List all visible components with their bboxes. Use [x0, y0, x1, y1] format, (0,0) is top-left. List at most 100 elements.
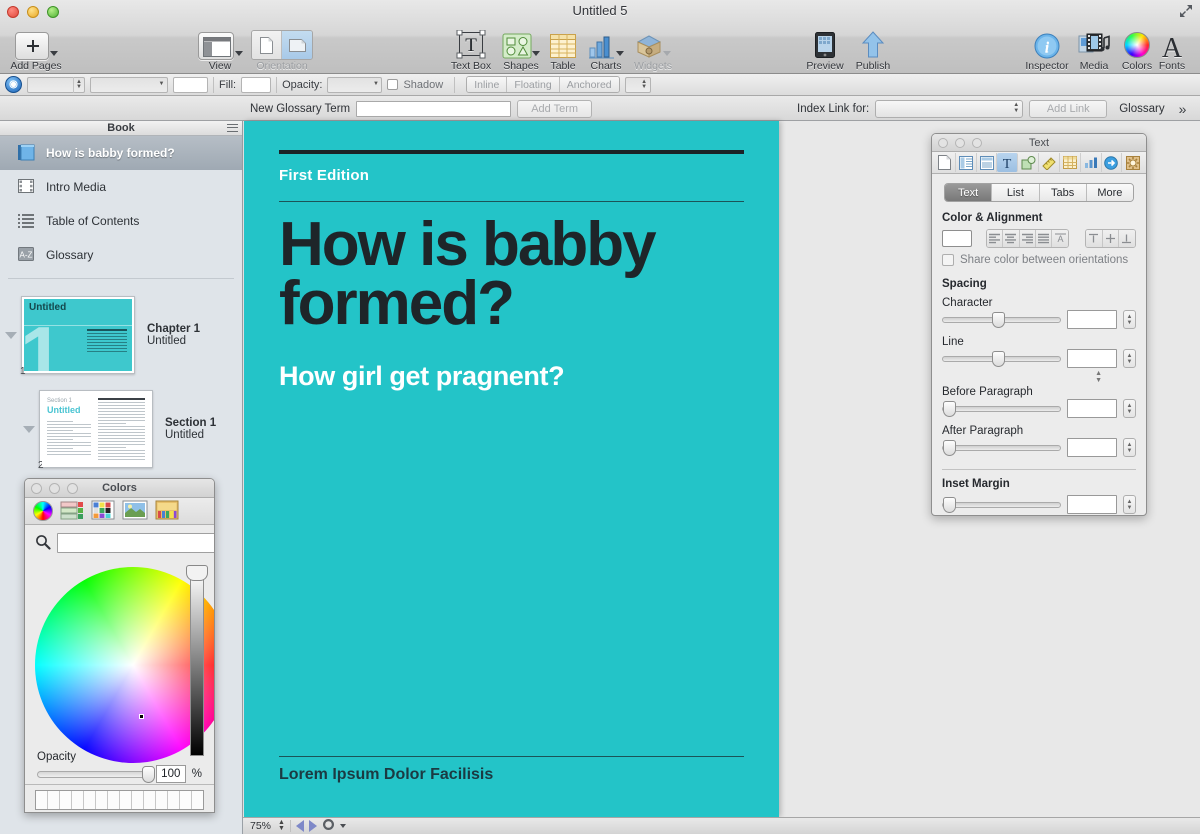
color-wheel-area[interactable] [25, 561, 214, 757]
zoom-button[interactable] [972, 138, 982, 148]
next-page-button[interactable] [309, 820, 317, 832]
sidebar-item-table-of-contents[interactable]: Table of Contents [0, 204, 242, 238]
minimize-button[interactable] [49, 483, 60, 494]
swatch[interactable] [96, 791, 108, 809]
font-style-popup[interactable]: ▼ [90, 77, 168, 93]
line-spacing-mode-stepper[interactable]: ▲▼ [932, 370, 1146, 384]
swatch[interactable] [36, 791, 48, 809]
disclosure-triangle-icon[interactable] [23, 426, 35, 433]
before-paragraph-field[interactable] [1067, 399, 1117, 418]
zoom-stepper[interactable]: ▲▼ [278, 820, 285, 832]
color-search-input[interactable] [57, 533, 215, 553]
share-color-checkbox[interactable] [942, 254, 954, 266]
before-paragraph-slider[interactable] [942, 406, 1061, 412]
shadow-checkbox[interactable] [387, 79, 398, 90]
line-spacing-slider[interactable] [942, 356, 1061, 362]
sidebar-options-icon[interactable] [227, 123, 238, 133]
new-glossary-term-input[interactable] [356, 101, 511, 117]
slider-handle[interactable] [992, 312, 1005, 328]
before-paragraph-stepper[interactable]: ▲▼ [1123, 399, 1136, 418]
character-spacing-field[interactable] [1067, 310, 1117, 329]
swatch[interactable] [156, 791, 168, 809]
page-subtitle-text[interactable]: How girl get pragnent? [279, 361, 749, 392]
placement-segmented-control[interactable]: Inline Floating Anchored [466, 76, 619, 93]
swatch[interactable] [120, 791, 132, 809]
chevron-down-icon[interactable] [340, 824, 346, 828]
add-term-button[interactable]: Add Term [517, 100, 592, 118]
colors-panel[interactable]: Colors [24, 478, 215, 813]
swatch[interactable] [180, 791, 192, 809]
swatch[interactable] [84, 791, 96, 809]
opacity-popup[interactable]: ▼ [327, 77, 382, 93]
zoom-button[interactable] [67, 483, 78, 494]
line-spacing-field[interactable] [1067, 349, 1117, 368]
inspector-tab-bar[interactable]: Text List Tabs More [944, 183, 1134, 202]
add-link-button[interactable]: Add Link [1029, 100, 1107, 118]
chevron-down-icon[interactable] [663, 51, 671, 56]
font-size-field[interactable]: ▲▼ [27, 77, 85, 93]
inset-margin-slider[interactable] [942, 502, 1061, 508]
placement-anchored[interactable]: Anchored [560, 77, 619, 92]
close-button[interactable] [31, 483, 42, 494]
color-palettes-icon[interactable] [91, 500, 115, 523]
swatch[interactable] [48, 791, 60, 809]
toolbar-add-pages[interactable]: Add Pages [5, 22, 67, 72]
sidebar-page-section-1[interactable]: 2 Section 1 Untitled [0, 383, 242, 475]
disclosure-triangle-icon[interactable] [5, 332, 17, 339]
after-paragraph-slider[interactable] [942, 445, 1061, 451]
portrait-icon[interactable] [252, 31, 282, 59]
after-paragraph-stepper[interactable]: ▲▼ [1123, 438, 1136, 457]
book-page[interactable]: First Edition How is babby formed? How g… [244, 121, 779, 817]
horizontal-align-group[interactable]: A [986, 229, 1069, 248]
table-inspector-icon[interactable] [1060, 153, 1081, 172]
page-footer-text[interactable]: Lorem Ipsum Dolor Facilisis [279, 766, 493, 784]
toolbar-fonts[interactable]: A Fonts [1148, 22, 1196, 72]
chevron-down-icon[interactable]: ▼ [156, 77, 167, 93]
font-size-stepper[interactable]: ▲▼ [73, 77, 84, 93]
stepper-arrows[interactable]: ▲▼ [639, 77, 650, 93]
layout-inspector-icon[interactable] [956, 153, 977, 172]
sidebar-item-intro-media[interactable]: Intro Media [0, 170, 242, 204]
page-thumbnail[interactable]: 1 Untitled [21, 296, 135, 374]
tab-tabs[interactable]: Tabs [1040, 184, 1087, 201]
align-left-icon[interactable] [987, 230, 1003, 247]
opacity-slider-handle[interactable] [142, 766, 155, 783]
valign-top-icon[interactable] [1086, 230, 1102, 247]
inset-margin-stepper[interactable]: ▲▼ [1123, 495, 1136, 514]
character-spacing-slider[interactable] [942, 317, 1061, 323]
sidebar-page-chapter-1[interactable]: 1 1 Untitled Chapter 1 Untitled [0, 289, 242, 381]
toolbar-widgets[interactable]: Widgets [621, 22, 685, 72]
color-sliders-icon[interactable] [60, 500, 84, 523]
page-thumbnail[interactable]: Section 1 Untitled [39, 390, 153, 468]
document-inspector-icon[interactable] [935, 153, 956, 172]
index-link-popup[interactable]: ▲▼ [875, 100, 1023, 118]
slider-handle[interactable] [943, 401, 956, 417]
page-edition-label[interactable]: First Edition [279, 167, 369, 184]
color-wheel-icon[interactable] [33, 501, 53, 521]
crayons-icon[interactable] [155, 500, 179, 523]
page-main-title[interactable]: How is babby formed? [279, 216, 749, 334]
close-button[interactable] [938, 138, 948, 148]
fullscreen-icon[interactable] [1178, 3, 1194, 19]
toolbar-orientation[interactable]: Orientation [247, 22, 317, 72]
placement-inline[interactable]: Inline [467, 77, 507, 92]
swatch[interactable] [108, 791, 120, 809]
chevron-down-icon[interactable] [235, 51, 243, 56]
tab-text[interactable]: Text [945, 184, 992, 201]
brightness-slider[interactable] [190, 571, 204, 756]
tab-more[interactable]: More [1087, 184, 1133, 201]
opacity-value[interactable]: 100 [156, 765, 186, 783]
tab-list[interactable]: List [992, 184, 1039, 201]
slider-handle[interactable] [943, 440, 956, 456]
text-color-well[interactable] [173, 77, 208, 93]
zoom-level[interactable]: 75% [248, 820, 273, 832]
share-color-row[interactable]: Share color between orientations [932, 248, 1146, 266]
text-color-well[interactable] [942, 230, 972, 247]
placement-floating[interactable]: Floating [507, 77, 559, 92]
swatch[interactable] [144, 791, 156, 809]
inset-margin-field[interactable] [1067, 495, 1117, 514]
minimize-button[interactable] [955, 138, 965, 148]
line-spacing-stepper[interactable]: ▲▼ [1123, 349, 1136, 368]
gear-icon[interactable] [322, 818, 335, 834]
toolbar-view[interactable]: View [188, 22, 252, 72]
